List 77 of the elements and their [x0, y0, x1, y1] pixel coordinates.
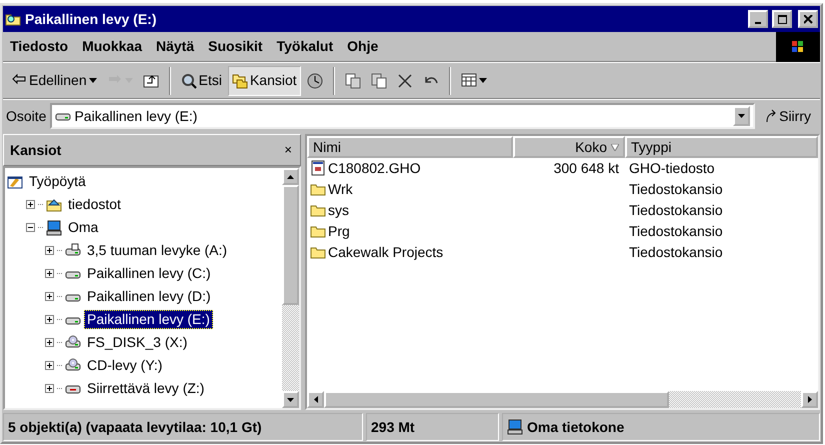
tree-item[interactable]: tiedostot	[65, 195, 124, 214]
close-button[interactable]	[798, 10, 818, 28]
type-cell-text: GHO-tiedosto	[628, 160, 715, 177]
go-arrow-icon	[765, 108, 778, 123]
type-cell-text: Tiedostokansio	[628, 181, 723, 198]
menu-item[interactable]: Ohje	[340, 36, 386, 57]
scroll-down-button[interactable]	[282, 391, 299, 408]
computer-icon	[507, 419, 523, 435]
tree-item[interactable]: Työpöytä	[26, 172, 89, 191]
pane-title: Kansiot	[10, 142, 62, 158]
scroll-left-button[interactable]	[307, 391, 324, 408]
shared-folder-icon	[46, 196, 62, 212]
toolbar-button[interactable]: Edellinen	[7, 66, 101, 96]
tree-item[interactable]: Siirrettävä levy (Z:)	[84, 379, 208, 398]
name-cell[interactable]: sys	[307, 202, 513, 219]
maximize-icon	[778, 14, 786, 24]
type-cell-text: Tiedostokansio	[628, 202, 723, 219]
floppy-drive-icon	[65, 242, 81, 258]
copy-to-icon	[370, 72, 387, 88]
desktop-icon	[7, 174, 23, 190]
window-title: Paikallinen levy (E:)	[25, 10, 158, 28]
computer-icon	[46, 220, 62, 236]
name-cell[interactable]: Cakewalk Projects	[307, 244, 513, 261]
address-label: Osoite	[6, 108, 46, 124]
left-arrow-icon	[314, 396, 318, 403]
status-zone: Oma tietokone	[502, 413, 820, 441]
tree-item[interactable]: 3,5 tuuman levyke (A:)	[84, 241, 230, 260]
scroll-up-button[interactable]	[282, 168, 299, 185]
cd-drive-icon	[65, 334, 81, 350]
type-cell-text: Tiedostokansio	[628, 223, 723, 240]
down-arrow-icon	[287, 398, 294, 402]
tree-item[interactable]: CD-levy (Y:)	[84, 356, 166, 375]
right-arrow-icon	[808, 396, 812, 403]
move-to-icon	[344, 72, 361, 88]
close-icon	[804, 14, 812, 24]
name-cell[interactable]: C180802.GHO	[307, 160, 513, 177]
address-field[interactable]: Paikallinen levy (E:)	[50, 103, 756, 129]
dropdown-button[interactable]	[733, 106, 750, 126]
status-text: 5 objekti(a) (vapaata levytilaa: 10,1 Gt)	[3, 413, 363, 441]
folders-icon	[232, 72, 248, 88]
scroll-right-button[interactable]	[801, 391, 818, 408]
folder-up-icon	[142, 72, 159, 88]
minimize-button[interactable]	[748, 10, 768, 28]
menu-item[interactable]: Muokkaa	[75, 36, 149, 57]
toolbar-button[interactable]: Kansiot	[228, 66, 301, 96]
up-arrow-icon	[287, 174, 294, 178]
search-icon	[180, 72, 197, 88]
type-cell-text: Tiedostokansio	[628, 244, 723, 261]
column-header[interactable]: Tyyppi	[625, 136, 818, 158]
views-icon	[460, 72, 477, 88]
column-header[interactable]: Nimi	[307, 136, 513, 158]
go-button[interactable]: Siirry	[759, 108, 817, 124]
menu-item[interactable]: Työkalut	[270, 36, 340, 57]
scroll-thumb[interactable]	[324, 391, 669, 408]
status-text: 293 Mt	[366, 413, 499, 441]
tree-item[interactable]: Paikallinen levy (C:)	[84, 264, 214, 283]
tree-item[interactable]: Oma	[65, 218, 102, 237]
name-cell[interactable]: Wrk	[307, 181, 513, 198]
tree-item[interactable]: Paikallinen levy (E:)	[84, 310, 213, 329]
menu-item[interactable]: Tiedosto	[3, 36, 76, 57]
tree-item[interactable]: Paikallinen levy (D:)	[84, 287, 214, 306]
file-icon	[310, 160, 326, 176]
minimize-icon	[755, 22, 761, 24]
size-cell-text: 300 648 kt	[552, 160, 620, 177]
tree-item[interactable]: FS_DISK_3 (X:)	[84, 333, 190, 352]
cd-drive-icon	[65, 358, 81, 374]
toolbar-button[interactable]: Etsi	[176, 66, 226, 96]
menu-item[interactable]: Suosikit	[201, 36, 270, 57]
caret-icon	[738, 114, 746, 118]
menu-item[interactable]: Näytä	[149, 36, 202, 57]
delete-icon	[396, 72, 413, 88]
name-cell[interactable]: Prg	[307, 223, 513, 240]
scroll-thumb[interactable]	[282, 185, 299, 305]
close-button[interactable]: ×	[282, 142, 294, 158]
column-header[interactable]: Koko	[513, 136, 625, 158]
flag-icon	[790, 38, 806, 54]
maximize-button[interactable]	[772, 10, 792, 28]
